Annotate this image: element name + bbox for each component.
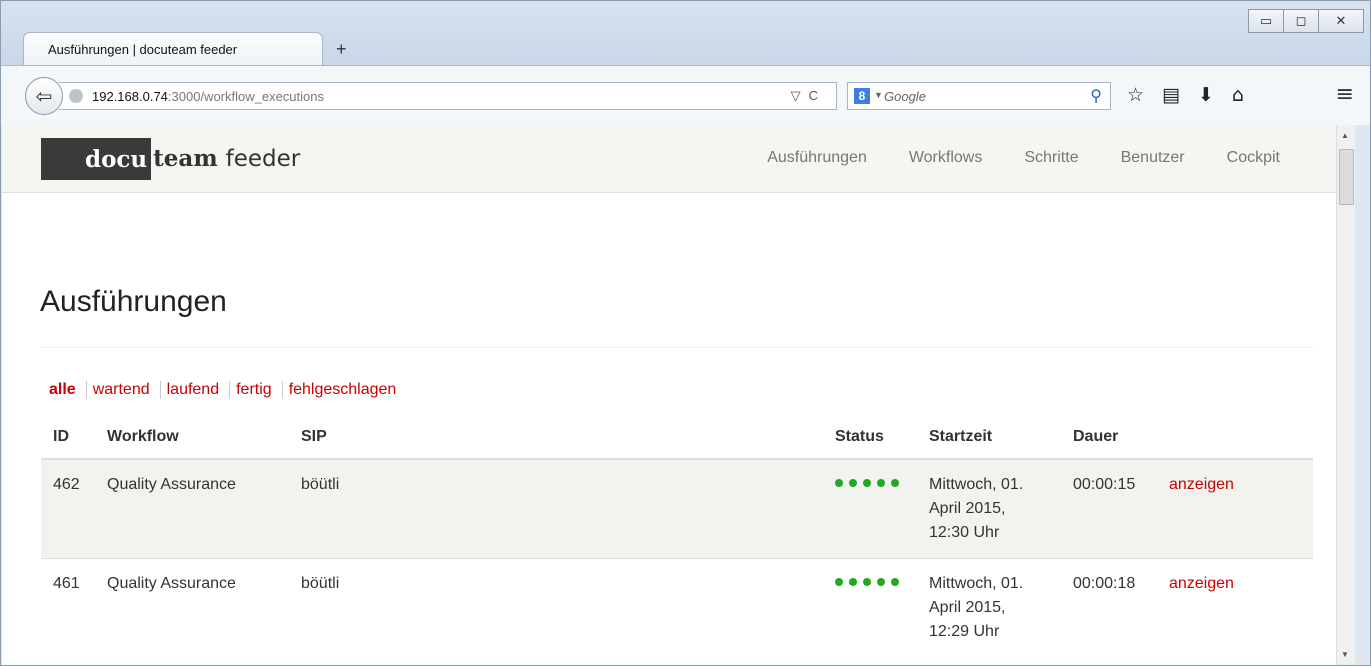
tab-title: Ausführungen | docuteam feeder	[48, 42, 238, 57]
row-workflow: Quality Assurance	[95, 459, 289, 559]
url-bar[interactable]: 192.168.0.74:3000/workflow_executions ▽C	[59, 82, 837, 110]
status-step-dot	[835, 578, 843, 586]
header-status: Status	[823, 419, 917, 460]
row-dauer: 00:00:15	[1061, 459, 1157, 559]
back-arrow-icon: ⇦	[35, 85, 53, 108]
url-host: 192.168.0.74	[92, 89, 168, 104]
status-step-dot	[877, 578, 885, 586]
minimize-button[interactable]: ▭	[1248, 9, 1284, 33]
status-dots	[835, 573, 905, 591]
header-startzeit: Startzeit	[917, 419, 1061, 460]
page-viewport: docu team feeder Ausführungen Workflows …	[2, 125, 1336, 665]
logo-docu: docu	[41, 138, 152, 180]
status-filters: alle wartend laufend fertig fehlgeschlagen	[49, 381, 396, 399]
site-menu: Ausführungen Workflows Schritte Benutzer…	[725, 149, 1280, 167]
status-step-dot	[849, 479, 857, 487]
row-id: 462	[41, 459, 95, 559]
divider	[41, 347, 1313, 348]
reload-icon[interactable]: C	[809, 88, 826, 103]
header-id: ID	[41, 419, 95, 460]
engine-dropdown-icon[interactable]: ▼	[874, 90, 883, 100]
page-title: Ausführungen	[40, 285, 227, 318]
nav-workflows[interactable]: Workflows	[909, 149, 983, 167]
show-link[interactable]: anzeigen	[1169, 575, 1234, 592]
filter-alle[interactable]: alle	[49, 381, 76, 398]
header-dauer: Dauer	[1061, 419, 1157, 460]
window-controls: ▭ ◻ ✕	[1248, 9, 1364, 33]
status-step-dot	[863, 578, 871, 586]
download-icon[interactable]: ⬇	[1198, 84, 1214, 106]
status-step-dot	[877, 479, 885, 487]
header-workflow: Workflow	[95, 419, 289, 460]
bookmark-star-icon[interactable]: ☆	[1127, 84, 1144, 106]
logo-feeder: feeder	[225, 146, 301, 172]
scroll-down-icon[interactable]: ▼	[1341, 650, 1349, 659]
status-dots	[835, 474, 905, 492]
filter-separator	[229, 381, 231, 399]
row-dauer: 00:00:18	[1061, 558, 1157, 657]
status-step-dot	[849, 578, 857, 586]
browser-window: ▭ ◻ ✕ Ausführungen | docuteam feeder + 1…	[0, 0, 1371, 666]
browser-tab[interactable]: Ausführungen | docuteam feeder	[23, 32, 323, 66]
back-button[interactable]: ⇦	[25, 77, 63, 115]
search-placeholder: Google	[884, 89, 926, 104]
row-id: 461	[41, 558, 95, 657]
dropdown-icon[interactable]: ▽	[791, 88, 809, 103]
close-button[interactable]: ✕	[1319, 9, 1364, 33]
filter-laufend[interactable]: laufend	[167, 381, 220, 398]
filter-fertig[interactable]: fertig	[236, 381, 272, 398]
row-sip: böütli	[289, 558, 823, 657]
table-header-row: ID Workflow SIP Status Startzeit Dauer	[41, 419, 1313, 460]
reading-list-icon[interactable]: ▤	[1162, 84, 1180, 106]
status-step-dot	[835, 479, 843, 487]
row-startzeit: Mittwoch, 01. April 2015, 12:29 Uhr	[917, 558, 1061, 657]
search-box[interactable]: 8 ▼ Google ⚲	[847, 82, 1111, 110]
nav-ausfuehrungen[interactable]: Ausführungen	[767, 149, 867, 167]
status-step-dot	[891, 578, 899, 586]
browser-toolbar: 192.168.0.74:3000/workflow_executions ▽C…	[1, 65, 1370, 125]
filter-fehlgeschlagen[interactable]: fehlgeschlagen	[289, 381, 397, 398]
executions-table: ID Workflow SIP Status Startzeit Dauer 4…	[41, 419, 1313, 657]
globe-icon	[69, 89, 83, 103]
site-logo[interactable]: docu team feeder	[41, 138, 300, 180]
show-link[interactable]: anzeigen	[1169, 476, 1234, 493]
table-row: 461 Quality Assurance böütli Mittwoch, 0…	[41, 558, 1313, 657]
url-path: :3000/workflow_executions	[167, 89, 324, 104]
filter-separator	[85, 381, 87, 399]
maximize-button[interactable]: ◻	[1284, 9, 1319, 33]
new-tab-button[interactable]: +	[336, 39, 347, 60]
header-sip: SIP	[289, 419, 823, 460]
nav-cockpit[interactable]: Cockpit	[1227, 149, 1280, 167]
filter-separator	[159, 381, 161, 399]
search-engine-icon[interactable]: 8	[854, 88, 870, 104]
scroll-thumb[interactable]	[1339, 149, 1354, 205]
search-icon[interactable]: ⚲	[1090, 86, 1102, 105]
vertical-scrollbar[interactable]: ▲ ▼	[1336, 125, 1355, 665]
row-status	[823, 459, 917, 559]
nav-schritte[interactable]: Schritte	[1024, 149, 1078, 167]
scroll-up-icon[interactable]: ▲	[1341, 131, 1349, 140]
menu-icon[interactable]: ≡	[1336, 82, 1354, 107]
header-actions	[1157, 419, 1313, 460]
status-step-dot	[891, 479, 899, 487]
table-row: 462 Quality Assurance böütli Mittwoch, 0…	[41, 459, 1313, 559]
status-step-dot	[863, 479, 871, 487]
row-sip: böütli	[289, 459, 823, 559]
filter-separator	[281, 381, 283, 399]
home-icon[interactable]: ⌂	[1232, 84, 1244, 106]
row-workflow: Quality Assurance	[95, 558, 289, 657]
row-startzeit: Mittwoch, 01. April 2015, 12:30 Uhr	[917, 459, 1061, 559]
nav-benutzer[interactable]: Benutzer	[1121, 149, 1185, 167]
site-navbar: docu team feeder Ausführungen Workflows …	[2, 125, 1336, 193]
filter-wartend[interactable]: wartend	[93, 381, 150, 398]
logo-team: team	[153, 145, 218, 172]
row-status	[823, 558, 917, 657]
